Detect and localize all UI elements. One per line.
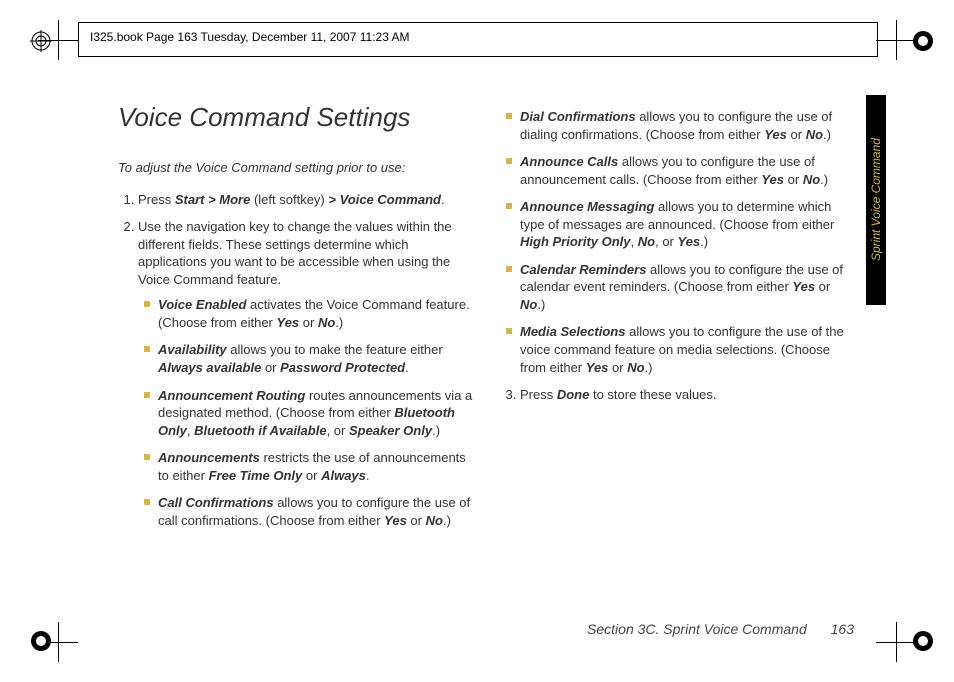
option: Yes [384,513,407,528]
bullet-text: .) [443,513,451,528]
bullet-text: .) [335,315,343,330]
option: Bluetooth if Available [194,423,326,438]
option: No [520,297,537,312]
bullet-media-selections: Media Selections allows you to configure… [506,323,858,376]
bullet-calendar-reminders: Calendar Reminders allows you to configu… [506,261,858,314]
bullet-text: .) [432,423,440,438]
bullet-text: .) [700,234,708,249]
bullet-text: , or [655,234,677,249]
bullet-text: or [299,315,318,330]
option: Password Protected [280,360,405,375]
option: Yes [792,279,815,294]
column-right: Dial Confirmations allows you to configu… [500,100,858,539]
page-number: 163 [831,621,854,637]
bullet-text: .) [537,297,545,312]
bullet-announce-messaging: Announce Messaging allows you to determi… [506,198,858,251]
crop-mark-tr [876,20,916,60]
step-3: Press Done to store these values. [520,386,858,404]
option: No [627,360,644,375]
steps-list: Press Start > More (left softkey) > Voic… [118,191,476,530]
header-book-line: I325.book Page 163 Tuesday, December 11,… [90,30,410,44]
bullet-text: . [366,468,370,483]
sub-bullets-continued: Dial Confirmations allows you to configu… [500,108,858,376]
option: No [806,127,823,142]
bullet-title: Dial Confirmations [520,109,636,124]
bullet-text: or [787,127,806,142]
bullet-text: or [407,513,426,528]
bullet-text: or [302,468,321,483]
step-text: (left softkey) [250,192,328,207]
bullet-text: .) [645,360,653,375]
bullet-title: Media Selections [520,324,625,339]
option: No [638,234,655,249]
option: No [426,513,443,528]
option: Yes [761,172,784,187]
bullet-announce-calls: Announce Calls allows you to configure t… [506,153,858,188]
bullet-title: Announce Messaging [520,199,654,214]
bullet-title: Availability [158,342,227,357]
option: Yes [678,234,701,249]
bullet-title: Voice Enabled [158,297,246,312]
ui-label: Done [557,387,590,402]
option: Yes [586,360,609,375]
ui-path: Start > More [175,192,251,207]
step-text: . [441,192,445,207]
bullet-title: Calendar Reminders [520,262,646,277]
side-tab: Sprint Voice Command [866,95,886,305]
registration-mark-icon [30,30,52,52]
step-1: Press Start > More (left softkey) > Voic… [138,191,476,209]
option: No [318,315,335,330]
footer-section: Section 3C. Sprint Voice Command [587,621,807,637]
bullet-dial-confirmations: Dial Confirmations allows you to configu… [506,108,858,143]
bullet-text: allows you to make the feature either [227,342,443,357]
option: Always available [158,360,261,375]
option: Free Time Only [209,468,303,483]
bullet-title: Announcement Routing [158,388,305,403]
bullet-announcements: Announcements restricts the use of annou… [144,449,476,484]
column-left: Voice Command Settings To adjust the Voi… [118,100,476,539]
page-footer: Section 3C. Sprint Voice Command 163 [0,621,854,637]
bullet-text: .) [820,172,828,187]
step-text: Use the navigation key to change the val… [138,219,452,287]
bullet-call-confirmations: Call Confirmations allows you to configu… [144,494,476,529]
bullet-text: .) [823,127,831,142]
registration-mark-icon [912,630,934,652]
option: Yes [764,127,787,142]
step-text: Press [138,192,175,207]
bullet-title: Announcements [158,450,260,465]
option: Speaker Only [349,423,432,438]
bullet-availability: Availability allows you to make the feat… [144,341,476,376]
option: Always [321,468,366,483]
step-text: Press [520,387,557,402]
intro-text: To adjust the Voice Command setting prio… [118,159,476,177]
option: High Priority Only [520,234,631,249]
bullet-text: or [608,360,627,375]
option: No [803,172,820,187]
bullet-title: Call Confirmations [158,495,274,510]
steps-list-continued: Press Done to store these values. [500,386,858,404]
step-text: to store these values. [589,387,716,402]
bullet-voice-enabled: Voice Enabled activates the Voice Comman… [144,296,476,331]
bullet-text: or [784,172,803,187]
bullet-title: Announce Calls [520,154,618,169]
bullet-text: or [261,360,280,375]
bullet-text: or [815,279,830,294]
page-content: Voice Command Settings To adjust the Voi… [118,100,858,539]
option: Yes [277,315,300,330]
registration-mark-icon [912,30,934,52]
ui-path: > Voice Command [328,192,441,207]
bullet-text: , or [327,423,349,438]
sub-bullets: Voice Enabled activates the Voice Comman… [138,296,476,529]
bullet-announcement-routing: Announcement Routing routes announcement… [144,387,476,440]
step-2: Use the navigation key to change the val… [138,218,476,529]
bullet-text: . [405,360,409,375]
page-title: Voice Command Settings [118,100,476,135]
crop-mark-br [876,622,916,662]
bullet-text: , [631,234,638,249]
